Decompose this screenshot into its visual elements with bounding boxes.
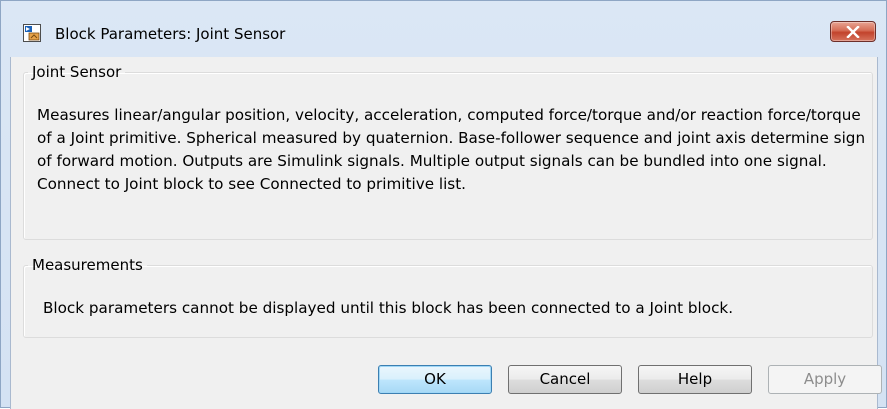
cancel-button[interactable]: Cancel bbox=[508, 365, 622, 394]
close-icon bbox=[846, 26, 860, 38]
joint-sensor-group-title: Joint Sensor bbox=[32, 63, 122, 81]
help-button[interactable]: Help bbox=[638, 365, 752, 394]
measurements-group-title: Measurements bbox=[32, 256, 143, 274]
close-button[interactable] bbox=[830, 21, 876, 42]
apply-button[interactable]: Apply bbox=[768, 365, 882, 394]
simulink-block-icon bbox=[23, 24, 41, 42]
measurements-group: Measurements bbox=[23, 256, 873, 338]
ok-button[interactable]: OK bbox=[378, 365, 492, 394]
window-title: Block Parameters: Joint Sensor bbox=[55, 25, 286, 43]
block-description: Measures linear/angular position, veloci… bbox=[37, 106, 866, 193]
title-bar[interactable]: Block Parameters: Joint Sensor bbox=[1, 1, 886, 43]
measurements-message: Block parameters cannot be displayed unt… bbox=[43, 299, 734, 317]
